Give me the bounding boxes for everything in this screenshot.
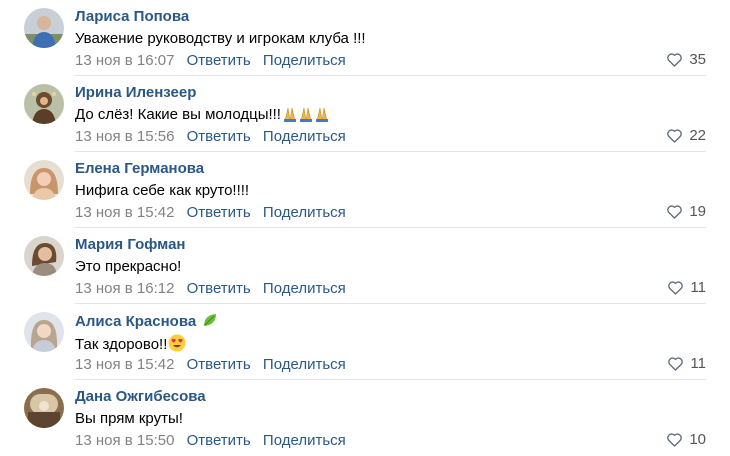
reply-button[interactable]: Ответить	[187, 356, 251, 373]
comment-item: Мария Гофман Это прекрасно! 13 ноя в 16:…	[0, 228, 730, 304]
like-count: 35	[689, 51, 706, 68]
heart-icon	[667, 129, 683, 143]
share-button[interactable]: Поделиться	[263, 204, 346, 221]
like-button[interactable]: 22	[666, 127, 706, 144]
comment-meta: 13 ноя в 16:07 Ответить Поделиться	[75, 52, 346, 69]
leaf-icon	[202, 312, 218, 332]
like-button[interactable]: 11	[667, 279, 706, 296]
reply-button[interactable]: Ответить	[187, 204, 251, 221]
comment-item: Дана Ожгибесова Вы прям круты! 13 ноя в …	[0, 380, 730, 456]
comment-item: Елена Германова Нифига себе как круто!!!…	[0, 152, 730, 228]
comment-time[interactable]: 13 ноя в 15:42	[75, 204, 174, 221]
comment-text: Это прекрасно!	[75, 258, 182, 275]
comment-time[interactable]: 13 ноя в 15:50	[75, 432, 174, 449]
comment-time[interactable]: 13 ноя в 16:12	[75, 280, 174, 297]
like-count: 19	[689, 203, 706, 220]
heart-icon	[667, 53, 683, 67]
avatar[interactable]	[24, 160, 64, 200]
heart-icon	[668, 357, 684, 371]
comments-list: Лариса Попова Уважение руководству и игр…	[0, 0, 730, 456]
heart-icon	[667, 433, 683, 447]
comment-item: Алиса Краснова Так здорово!! 13 ноя в 15…	[0, 304, 730, 380]
like-count: 10	[689, 431, 706, 448]
heart-eyes-icon	[168, 334, 186, 356]
comment-meta: 13 ноя в 15:42 Ответить Поделиться	[75, 204, 346, 221]
comment-meta: 13 ноя в 15:50 Ответить Поделиться	[75, 432, 346, 449]
comment-meta: 13 ноя в 15:56 Ответить Поделиться	[75, 128, 346, 145]
share-button[interactable]: Поделиться	[263, 52, 346, 69]
author-name[interactable]: Дана Ожгибесова	[75, 388, 206, 405]
comment-time[interactable]: 13 ноя в 16:07	[75, 52, 174, 69]
reply-button[interactable]: Ответить	[187, 52, 251, 69]
comment-text: Так здорово!!	[75, 334, 186, 356]
avatar[interactable]	[24, 84, 64, 124]
reply-button[interactable]: Ответить	[187, 128, 251, 145]
author-name[interactable]: Лариса Попова	[75, 8, 189, 25]
author-name[interactable]: Ирина Илензеер	[75, 84, 196, 101]
like-count: 11	[690, 279, 706, 296]
author-name[interactable]: Мария Гофман	[75, 236, 185, 253]
comment-meta: 13 ноя в 15:42 Ответить Поделиться	[75, 356, 346, 373]
like-button[interactable]: 19	[666, 203, 706, 220]
like-button[interactable]: 11	[667, 355, 706, 372]
share-button[interactable]: Поделиться	[263, 280, 346, 297]
comment-time[interactable]: 13 ноя в 15:42	[75, 356, 174, 373]
folded-hands-icon	[282, 106, 330, 126]
reply-button[interactable]: Ответить	[187, 432, 251, 449]
avatar[interactable]	[24, 388, 64, 428]
like-button[interactable]: 10	[666, 431, 706, 448]
like-count: 22	[689, 127, 706, 144]
heart-icon	[668, 281, 684, 295]
reply-button[interactable]: Ответить	[187, 280, 251, 297]
heart-icon	[667, 205, 683, 219]
avatar[interactable]	[24, 312, 64, 352]
comment-text: До слёз! Какие вы молодцы!!!	[75, 106, 330, 126]
author-name[interactable]: Елена Германова	[75, 160, 204, 177]
share-button[interactable]: Поделиться	[263, 356, 346, 373]
comment-meta: 13 ноя в 16:12 Ответить Поделиться	[75, 280, 346, 297]
like-button[interactable]: 35	[666, 51, 706, 68]
avatar[interactable]	[24, 236, 64, 276]
author-name[interactable]: Алиса Краснова	[75, 312, 218, 332]
share-button[interactable]: Поделиться	[263, 432, 346, 449]
comment-text: Уважение руководству и игрокам клуба !!!	[75, 30, 366, 47]
comment-text: Вы прям круты!	[75, 410, 183, 427]
comment-item: Ирина Илензеер До слёз! Какие вы молодцы…	[0, 76, 730, 152]
comment-text: Нифига себе как круто!!!!	[75, 182, 250, 199]
like-count: 11	[690, 355, 706, 372]
comment-item: Лариса Попова Уважение руководству и игр…	[0, 0, 730, 76]
comment-time[interactable]: 13 ноя в 15:56	[75, 128, 174, 145]
avatar[interactable]	[24, 8, 64, 48]
share-button[interactable]: Поделиться	[263, 128, 346, 145]
